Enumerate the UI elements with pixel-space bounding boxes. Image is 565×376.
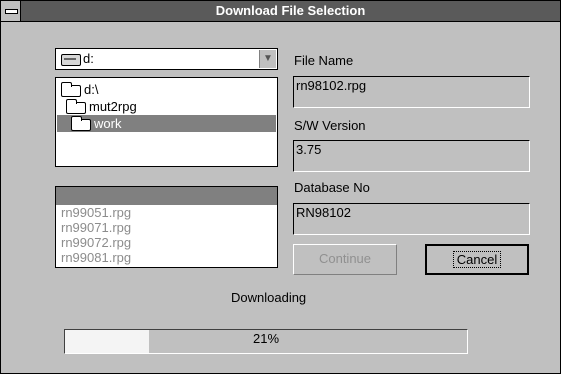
- open-folder-icon: [61, 81, 81, 97]
- downloading-label: Downloading: [231, 290, 307, 305]
- list-item[interactable]: rn99071.rpg: [56, 220, 277, 235]
- directory-item-mut2rpg[interactable]: mut2rpg: [66, 98, 137, 115]
- sw-version-label: S/W Version: [294, 118, 366, 133]
- title-bar[interactable]: Download File Selection: [1, 1, 560, 22]
- download-progress-bar: 21%: [64, 329, 468, 354]
- directory-label: d:\: [84, 82, 99, 97]
- file-list-selection-bar: [56, 187, 277, 205]
- sw-version-field: 3.75: [293, 140, 530, 172]
- file-name-field: rn98102.rpg: [293, 76, 530, 108]
- directory-item-root[interactable]: d:\: [61, 81, 98, 98]
- list-item[interactable]: rn99051.rpg: [56, 205, 277, 220]
- list-item[interactable]: rn99081.rpg: [56, 250, 277, 265]
- directory-list[interactable]: d:\ mut2rpg work: [55, 77, 278, 167]
- download-dialog: Download File Selection d: ▼ d:\ mut2rpg…: [0, 0, 561, 374]
- file-name-label: File Name: [294, 53, 354, 68]
- list-item[interactable]: rn99072.rpg: [56, 235, 277, 250]
- window-title: Download File Selection: [215, 3, 366, 18]
- continue-button[interactable]: Continue: [293, 244, 397, 275]
- progress-text: 21%: [252, 331, 280, 346]
- drive-select[interactable]: d: ▼: [55, 48, 278, 70]
- dropdown-arrow-icon[interactable]: ▼: [259, 50, 276, 68]
- system-menu-icon[interactable]: [1, 1, 21, 21]
- database-no-field: RN98102: [293, 203, 530, 235]
- database-no-label: Database No: [294, 180, 370, 195]
- open-folder-icon: [71, 115, 91, 131]
- cancel-button-label: Cancel: [452, 251, 502, 268]
- directory-item-work[interactable]: work: [57, 115, 276, 132]
- drive-icon: [61, 54, 81, 66]
- directory-label: mut2rpg: [89, 99, 137, 114]
- drive-value: d:: [83, 51, 94, 66]
- file-list[interactable]: rn99051.rpg rn99071.rpg rn99072.rpg rn99…: [55, 186, 278, 268]
- directory-label: work: [94, 116, 122, 131]
- open-folder-icon: [66, 98, 86, 114]
- cancel-button[interactable]: Cancel: [425, 244, 529, 275]
